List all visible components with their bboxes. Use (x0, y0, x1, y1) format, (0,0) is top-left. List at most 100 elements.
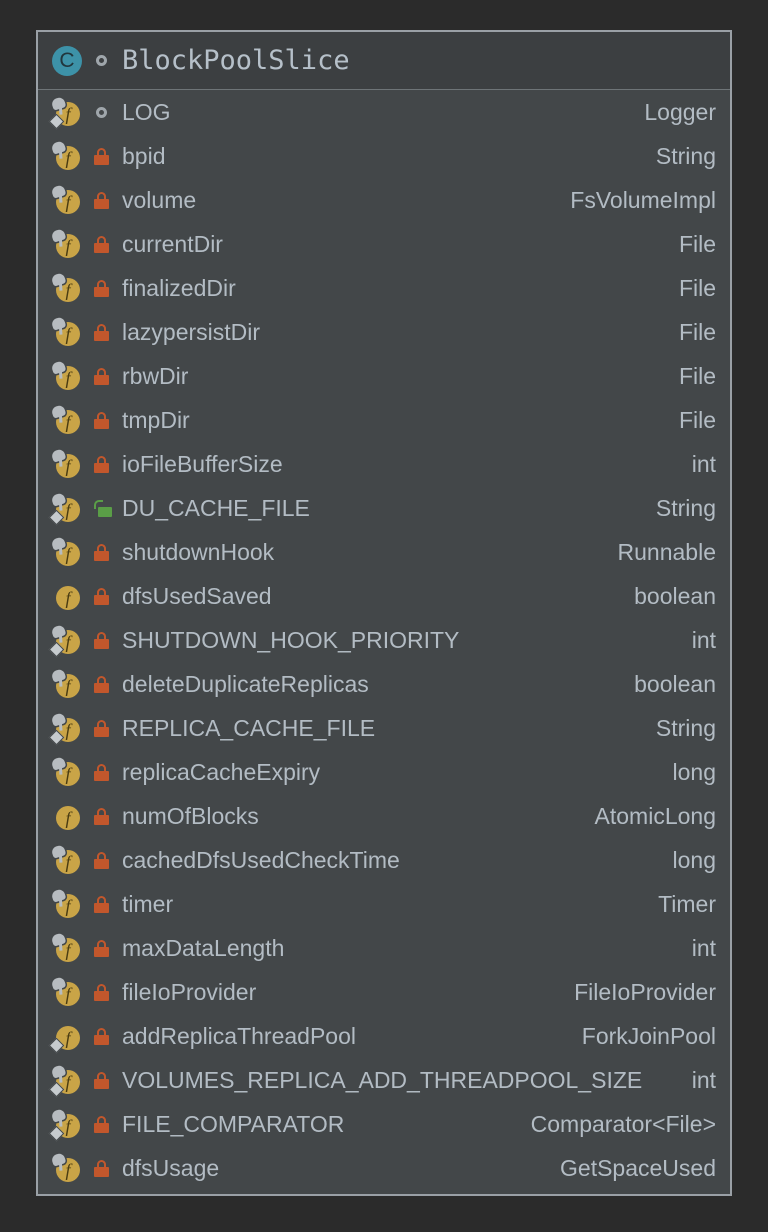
member-name: SHUTDOWN_HOOK_PRIORITY (122, 626, 460, 653)
member-type: long (672, 758, 716, 785)
public-unlocked-icon (86, 491, 116, 525)
member-row[interactable]: f maxDataLength int (38, 926, 730, 970)
field-icon: f (50, 755, 84, 789)
member-type: Timer (658, 890, 716, 917)
member-row[interactable]: f addReplicaThreadPool ForkJoinPool (38, 1014, 730, 1058)
private-lock-icon (86, 271, 116, 305)
member-name: tmpDir (122, 406, 190, 433)
class-header-row[interactable]: C BlockPoolSlice (38, 32, 730, 90)
member-name: cachedDfsUsedCheckTime (122, 846, 400, 873)
private-lock-icon (86, 1151, 116, 1185)
member-type: File (678, 318, 716, 345)
member-row[interactable]: f rbwDir File (38, 354, 730, 398)
member-name: addReplicaThreadPool (122, 1022, 356, 1049)
member-name: FILE_COMPARATOR (122, 1110, 345, 1137)
private-lock-icon (86, 579, 116, 613)
member-name: deleteDuplicateReplicas (122, 670, 369, 697)
member-type: FsVolumeImpl (570, 186, 716, 213)
page-title: BlockPoolSlice (122, 45, 350, 76)
field-icon: f (50, 359, 84, 393)
member-name: shutdownHook (122, 538, 275, 565)
member-name: timer (122, 890, 174, 917)
member-row[interactable]: f shutdownHook Runnable (38, 530, 730, 574)
member-row[interactable]: f deleteDuplicateReplicas boolean (38, 662, 730, 706)
private-lock-icon (86, 711, 116, 745)
private-lock-icon (86, 359, 116, 393)
private-lock-icon (86, 667, 116, 701)
member-row[interactable]: f DU_CACHE_FILE String (38, 486, 730, 530)
member-type: long (672, 846, 716, 873)
field-icon: f (50, 271, 84, 305)
field-icon: f (50, 887, 84, 921)
member-row[interactable]: f dfsUsage GetSpaceUsed (38, 1146, 730, 1190)
member-name: rbwDir (122, 362, 189, 389)
member-list[interactable]: f LOG Logger f bpid String f volume FsVolumeImpl… (38, 90, 730, 1194)
field-icon: f (48, 1107, 84, 1142)
private-lock-icon (86, 799, 116, 833)
member-type: int (691, 934, 716, 961)
member-row[interactable]: f currentDir File (38, 222, 730, 266)
member-row[interactable]: f timer Timer (38, 882, 730, 926)
member-row[interactable]: f VOLUMES_REPLICA_ADD_THREADPOOL_SIZE int (38, 1058, 730, 1102)
field-icon: f (50, 227, 84, 261)
class-icon: C (50, 44, 84, 78)
member-type: AtomicLong (594, 802, 716, 829)
member-row[interactable]: f tmpDir File (38, 398, 730, 442)
member-row[interactable]: f ioFileBufferSize int (38, 442, 730, 486)
member-row[interactable]: f finalizedDir File (38, 266, 730, 310)
member-type: int (691, 450, 716, 477)
private-lock-icon (86, 403, 116, 437)
member-name: fileIoProvider (122, 978, 257, 1005)
member-row[interactable]: f lazypersistDir File (38, 310, 730, 354)
package-private-circle-icon (86, 95, 116, 129)
private-lock-icon (86, 535, 116, 569)
member-row[interactable]: f dfsUsedSaved boolean (38, 574, 730, 618)
member-row[interactable]: f cachedDfsUsedCheckTime long (38, 838, 730, 882)
private-lock-icon (86, 315, 116, 349)
field-icon: f (50, 183, 84, 217)
private-lock-icon (86, 843, 116, 877)
package-private-circle-icon (86, 44, 116, 78)
field-icon: f (50, 799, 84, 833)
member-name: replicaCacheExpiry (122, 758, 321, 785)
field-icon: f (48, 95, 84, 130)
field-icon: f (48, 711, 84, 746)
field-icon: f (48, 491, 84, 526)
member-name: dfsUsedSaved (122, 582, 272, 609)
member-row[interactable]: f REPLICA_CACHE_FILE String (38, 706, 730, 750)
member-name: dfsUsage (122, 1154, 220, 1181)
member-type: Runnable (617, 538, 716, 565)
member-row[interactable]: f fileIoProvider FileIoProvider (38, 970, 730, 1014)
field-icon: f (50, 1151, 84, 1185)
member-type: ForkJoinPool (581, 1022, 716, 1049)
member-row[interactable]: f FILE_COMPARATOR Comparator<File> (38, 1102, 730, 1146)
member-row[interactable]: f volume FsVolumeImpl (38, 178, 730, 222)
member-row[interactable]: f LOG Logger (38, 90, 730, 134)
field-icon-letter: f (56, 586, 80, 610)
member-row[interactable]: f bpid String (38, 134, 730, 178)
private-lock-icon (86, 887, 116, 921)
private-lock-icon (86, 447, 116, 481)
member-name: finalizedDir (122, 274, 236, 301)
member-type: Logger (644, 98, 716, 125)
member-type: String (655, 714, 716, 741)
private-lock-icon (86, 931, 116, 965)
structure-popup[interactable]: C BlockPoolSlice f LOG Logger f bpid String f v… (36, 30, 732, 1196)
field-icon-letter: f (56, 806, 80, 830)
member-row[interactable]: f replicaCacheExpiry long (38, 750, 730, 794)
member-name: DU_CACHE_FILE (122, 494, 310, 521)
member-type: int (691, 1066, 716, 1093)
member-name: REPLICA_CACHE_FILE (122, 714, 376, 741)
member-type: FileIoProvider (574, 978, 716, 1005)
member-type: int (691, 626, 716, 653)
member-name: volume (122, 186, 197, 213)
private-lock-icon (86, 623, 116, 657)
field-icon: f (48, 1063, 84, 1098)
member-row[interactable]: f SHUTDOWN_HOOK_PRIORITY int (38, 618, 730, 662)
member-row[interactable]: f numOfBlocks AtomicLong (38, 794, 730, 838)
member-name: LOG (122, 98, 171, 125)
member-type: File (678, 274, 716, 301)
member-name: currentDir (122, 230, 223, 257)
member-name: lazypersistDir (122, 318, 261, 345)
member-type: String (655, 494, 716, 521)
